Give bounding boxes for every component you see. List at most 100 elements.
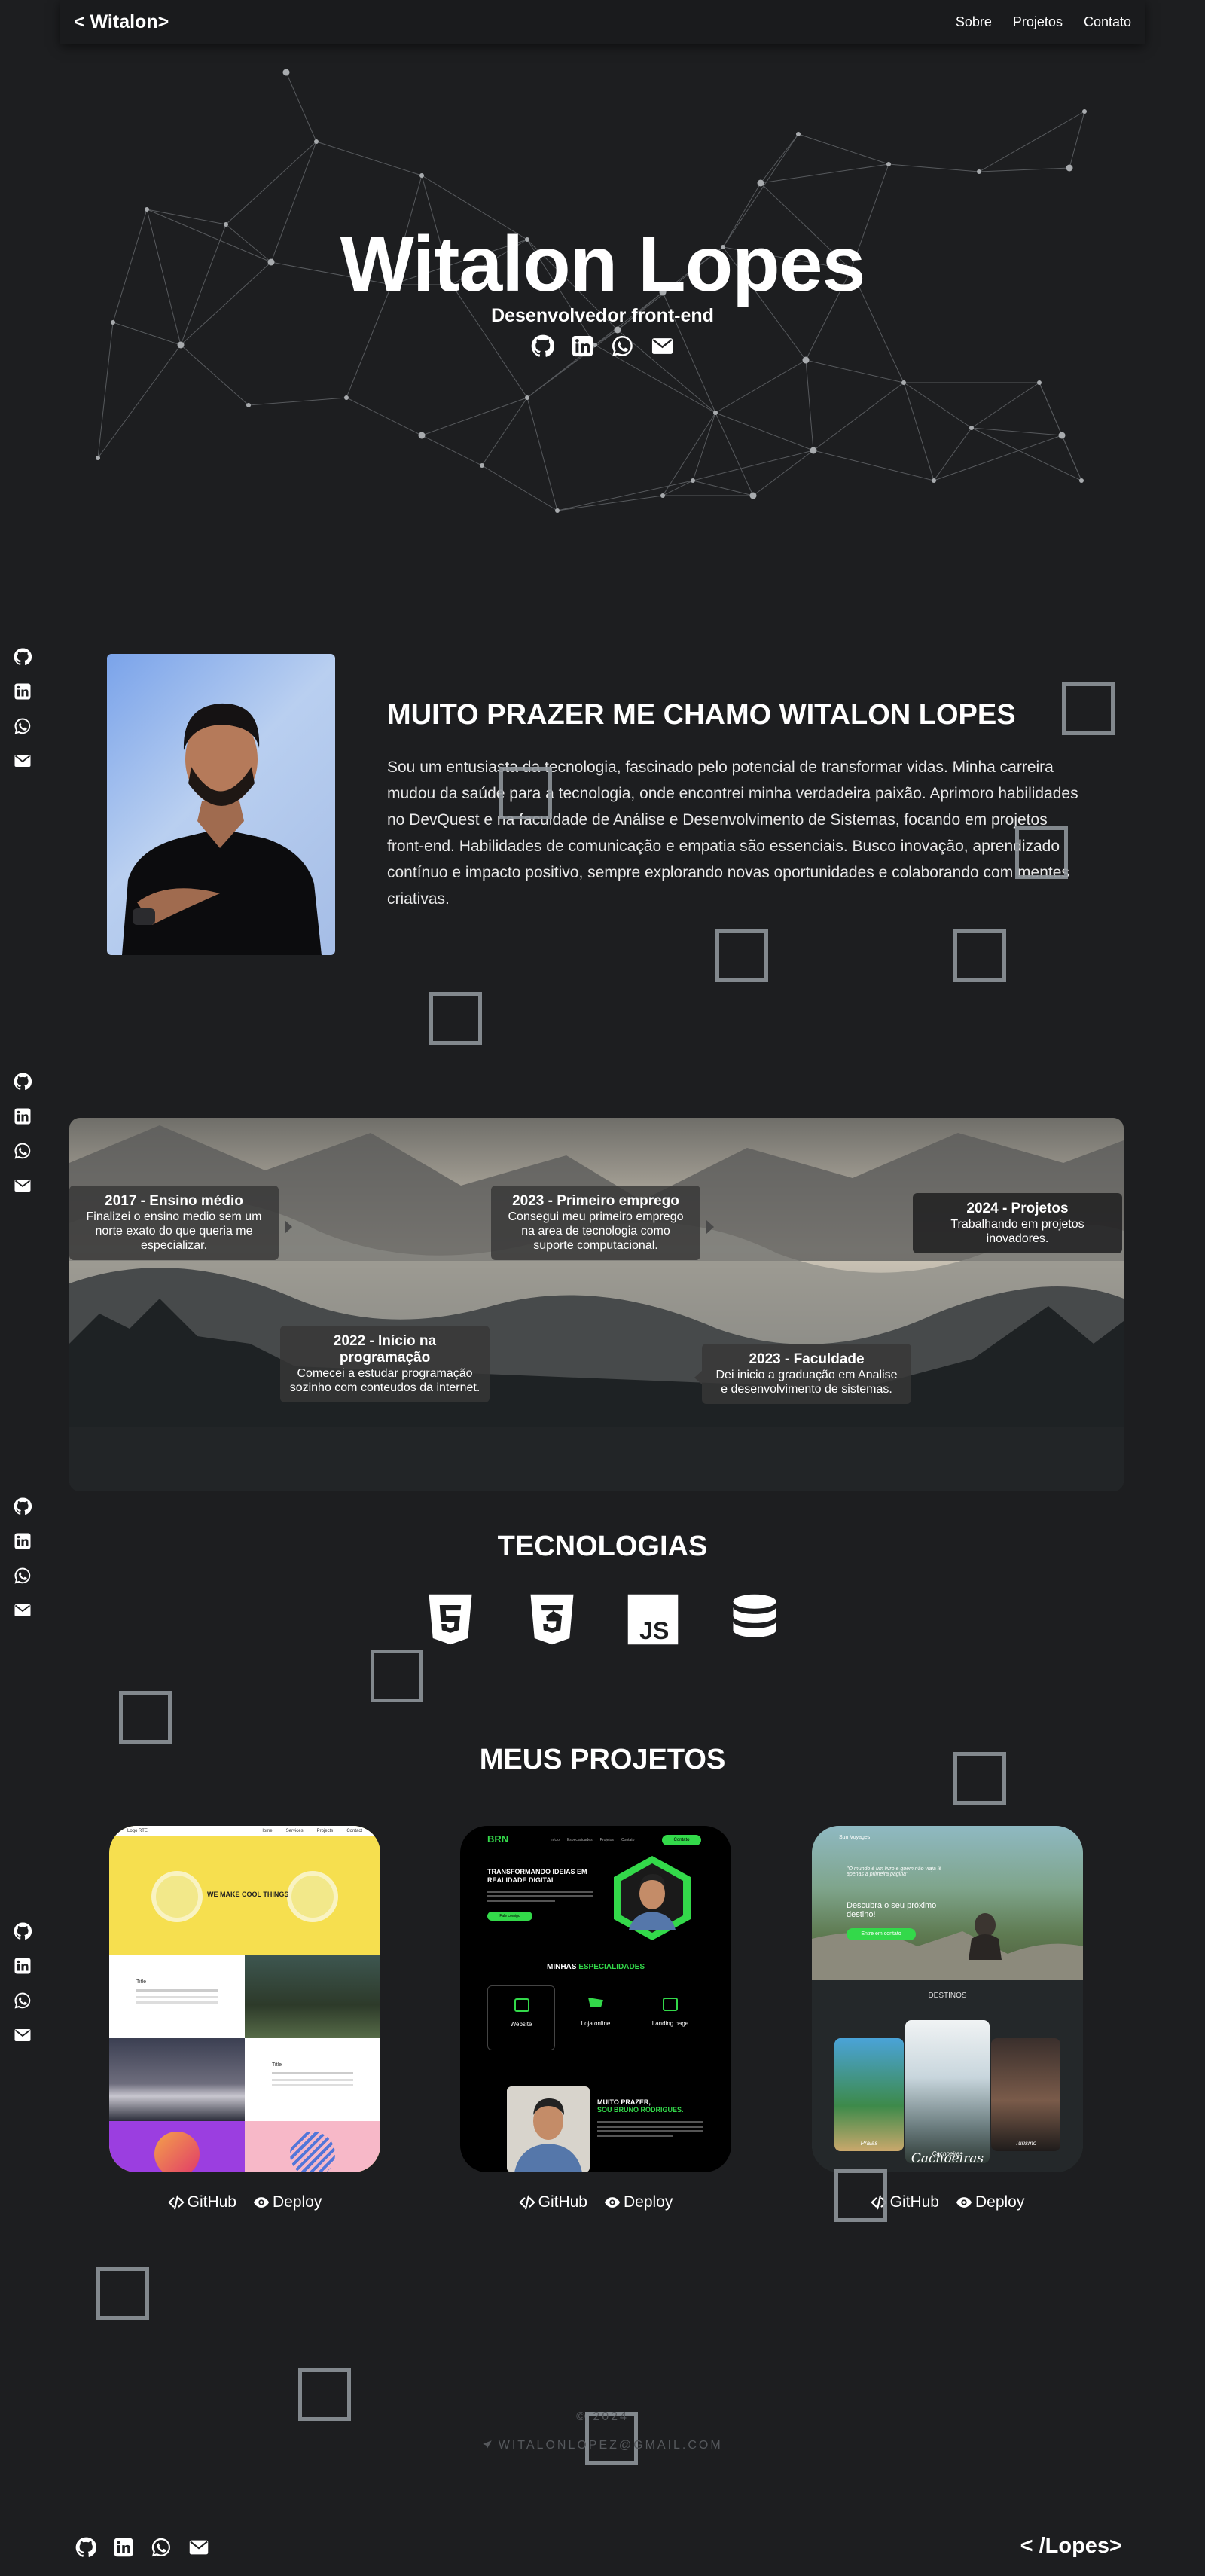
hero-social-icons [520,334,685,362]
javascript-icon: JS [628,1594,679,1645]
nav-link-contato[interactable]: Contato [1084,14,1131,30]
thumb-card: Website [510,2021,532,2028]
thumb-section: ESPECIALIDADES [578,1963,645,1971]
floating-square [499,767,552,819]
timeline-card-desc: Consegui meu primeiro emprego na area de… [508,1210,684,1252]
timeline-card-title: 2017 - Ensino médio [105,1193,243,1209]
top-navbar: < Witalon> Sobre Projetos Contato [60,0,1145,44]
footer-email[interactable]: WITALONLOPEZ@GMAIL.COM [0,2439,1205,2452]
linkedin-icon[interactable] [14,1957,32,1975]
projects-title: MEUS PROJETOS [479,1744,726,1775]
css3-icon [530,1594,574,1645]
github-link[interactable]: GitHub [519,2193,587,2211]
timeline-card: 2017 - Ensino médio Finalizei o ensino m… [69,1186,279,1260]
thumb-bio: MUITO PRAZER, [597,2098,651,2106]
project-thumbnail[interactable]: Logo RTE Home Services Projects Contact … [109,1826,380,2172]
thumb-heading: Descubra o seu próximo destino! [847,1901,937,1919]
profile-photo [107,654,335,955]
timeline-card-title: 2022 - Início na programação [333,1333,437,1366]
floating-square [96,2267,149,2320]
github-link[interactable]: GitHub [168,2193,236,2211]
svg-text:JS: JS [639,1617,669,1644]
timeline-arrow [285,1220,292,1234]
timeline-card: 2023 - Primeiro emprego Consegui meu pri… [491,1186,700,1260]
project-links: GitHub Deploy [460,2193,731,2211]
floating-square [1015,826,1068,879]
thumb-nav: Projetos [599,1838,614,1842]
hero-name: Witalon Lopes [340,221,866,308]
thumb-section: DESTINOS [928,1992,967,2000]
whatsapp-icon[interactable] [611,334,634,358]
about-text: Sou um entusiasta da tecnologia, fascina… [387,758,1078,908]
timeline-card: 2024 - Projetos Trabalhando em projetos … [913,1193,1122,1253]
timeline-card-desc: Finalizei o ensino medio sem um norte ex… [86,1210,262,1252]
footer-brand[interactable]: < /Lopes> [1017,2534,1122,2559]
thumb-card: Landing page [651,2020,689,2027]
thumb-brand: BRN [487,1833,509,1845]
github-icon[interactable] [75,2537,96,2558]
linkedin-icon[interactable] [571,334,594,358]
footer-copyright: © 2024 [576,2410,629,2423]
hero-role: Desenvolvedor front-end [491,305,714,326]
project-thumbnail[interactable]: BRN Início Especialidades Projetos Conta… [460,1826,731,2172]
floating-square [953,929,1006,982]
side-social-icons [14,1073,33,1195]
project-thumbnail[interactable]: Sun Voyages "O mundo é um livro e quem n… [812,1826,1083,2172]
thumb-card: Loja online [581,2020,611,2027]
thumb-quote: "O mundo é um livro e quem não viaja lê … [847,1866,942,1877]
thumb-nav: Home [260,1829,273,1833]
side-social-icons [14,1922,33,2044]
timeline-card-title: 2023 - Primeiro emprego [512,1193,679,1209]
deploy-link[interactable]: Deploy [604,2193,673,2211]
project-links: GitHub Deploy [109,2193,380,2211]
linkedin-icon[interactable] [14,682,32,700]
nav-links: Sobre Projetos Contato [956,14,1131,30]
mountain-background [69,1118,1124,1491]
floating-square [371,1650,423,1702]
thumb-nav: Início [551,1838,560,1842]
email-icon[interactable] [188,2537,209,2558]
timeline-card-desc: Trabalhando em projetos inovadores. [950,1218,1084,1245]
tech-icons: JS [422,1591,783,1651]
email-icon[interactable] [14,1177,32,1195]
timeline-card: 2023 - Faculdade Dei inicio a graduação … [702,1344,911,1404]
tech-title: TECNOLOGIAS [497,1531,708,1562]
github-icon[interactable] [14,1922,32,1940]
brand-logo[interactable]: < Witalon> [74,11,169,33]
side-social-icons [14,648,33,770]
whatsapp-icon[interactable] [151,2537,172,2558]
whatsapp-icon[interactable] [14,717,32,735]
thumb-heading: TRANSFORMANDO IDEIAS EM REALIDADE DIGITA… [487,1868,587,1884]
thumb-brand: Sun Voyages [839,1835,871,1840]
timeline-arrow [706,1220,714,1234]
html5-icon [429,1594,472,1645]
github-icon[interactable] [14,1497,32,1515]
timeline-card-title: 2023 - Faculdade [749,1351,865,1367]
about-title: MUITO PRAZER ME CHAMO WITALON LOPES [387,699,1016,731]
deploy-link[interactable]: Deploy [253,2193,322,2211]
thumb-nav: Projects [316,1829,334,1833]
whatsapp-icon[interactable] [14,1567,32,1585]
linkedin-icon[interactable] [113,2537,134,2558]
email-icon[interactable] [14,752,32,770]
timeline-card-title: 2024 - Projetos [966,1201,1069,1216]
email-icon[interactable] [651,334,674,358]
github-icon[interactable] [14,648,32,666]
github-icon[interactable] [14,1073,32,1091]
email-icon[interactable] [14,2026,32,2044]
deploy-link[interactable]: Deploy [956,2193,1024,2211]
floating-square [953,1752,1006,1805]
github-icon[interactable] [531,334,554,358]
nav-link-sobre[interactable]: Sobre [956,14,992,30]
nav-link-projetos[interactable]: Projetos [1013,14,1063,30]
thumb-nav: Especialidades [566,1838,593,1842]
footer-social-icons [75,2537,209,2558]
linkedin-icon[interactable] [14,1107,32,1125]
email-icon[interactable] [14,1601,32,1619]
whatsapp-icon[interactable] [14,1992,32,2010]
database-icon [733,1594,776,1637]
thumb-bio: SOU BRUNO RODRIGUES. [597,2106,684,2114]
thumb-nav: Services [285,1829,304,1833]
whatsapp-icon[interactable] [14,1142,32,1160]
timeline-arrow [694,1371,702,1384]
